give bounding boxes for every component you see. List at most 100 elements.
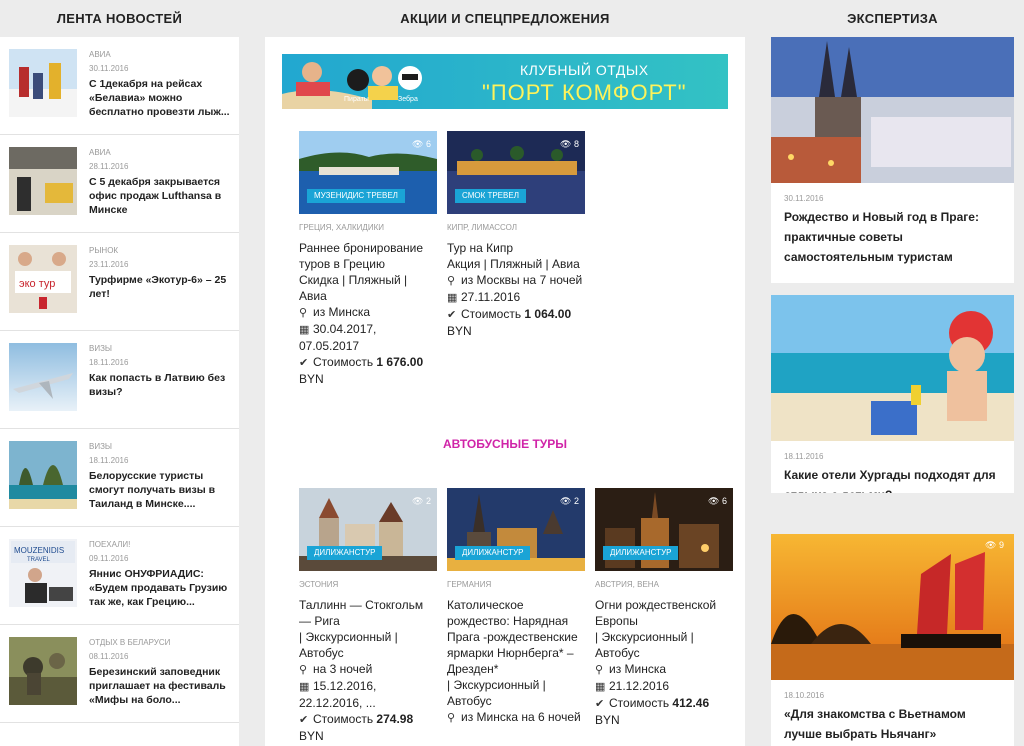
eye-icon: 👁: [412, 496, 424, 506]
check-icon: ✔: [595, 698, 605, 710]
banner-logo-pirates: Пираты: [344, 96, 369, 103]
tour-region: ГЕРМАНИЯ: [447, 580, 492, 589]
news-item[interactable]: эко тур РЫНОК 23.11.2016 Турфирме «Экоту…: [0, 233, 239, 331]
tour-card[interactable]: 👁 6 ДИЛИЖАНСТУР АВСТРИЯ, ВЕНА Огни рожде…: [595, 488, 733, 728]
news-item[interactable]: MOUZENIDIS TRAVEL ПОЕХАЛИ! 09.11.2016 Янн…: [0, 527, 239, 625]
tour-type: | Экскурсионный | Автобус: [595, 630, 694, 660]
news-title[interactable]: Как попасть в Латвию без визы?: [89, 371, 231, 399]
expertise-title[interactable]: Какие отели Хургады подходят для отдыха …: [784, 465, 1001, 493]
news-thumbnail[interactable]: [9, 147, 77, 215]
tour-operator-tag[interactable]: ДИЛИЖАНСТУР: [603, 546, 679, 560]
expertise-views-count: 9: [998, 540, 1004, 550]
calendar-icon: ▦: [299, 324, 310, 336]
map-marker-icon: ⚲: [299, 664, 308, 676]
tour-type: | Экскурсионный | Автобус: [299, 630, 398, 660]
news-date: 18.11.2016: [89, 456, 129, 465]
news-date: 08.11.2016: [89, 652, 129, 661]
news-thumbnail[interactable]: MOUZENIDIS TRAVEL: [9, 539, 77, 607]
news-thumbnail[interactable]: [9, 441, 77, 509]
news-date: 09.11.2016: [89, 554, 129, 563]
tour-title[interactable]: Католическое рождество: Нарядная Прага -…: [447, 597, 585, 677]
calendar-icon: ▦: [447, 292, 458, 304]
news-title[interactable]: Белорусские туристы смогут получать визы…: [89, 469, 231, 511]
expertise-card[interactable]: 18.11.2016 Какие отели Хургады подходят …: [771, 295, 1014, 493]
expertise-image[interactable]: 👁 9: [771, 534, 1014, 680]
tour-price: ✔ Стоимость 1 064.00 BYN: [447, 307, 572, 338]
promo-banner[interactable]: КЛУБНЫЙ ОТДЫХ "ПОРТ КОМФОРТ" Пираты Зебр…: [282, 54, 728, 109]
news-category: ПОЕХАЛИ!: [89, 540, 131, 549]
tour-image[interactable]: 👁 8 СМОК ТРЕВЕЛ: [447, 131, 585, 214]
news-title[interactable]: Яннис ОНУФРИАДИС: «Будем продавать Грузи…: [89, 567, 231, 609]
news-thumbnail[interactable]: [9, 49, 77, 117]
tour-card[interactable]: 👁 6 МУЗЕНИДИС ТРЕВЕЛ ГРЕЦИЯ, ХАЛКИДИКИ Р…: [299, 131, 437, 387]
bus-tours-heading[interactable]: АВТОБУСНЫЕ ТУРЫ: [265, 437, 745, 451]
expertise-card[interactable]: 30.11.2016 Рождество и Новый год в Праге…: [771, 37, 1014, 283]
tour-image[interactable]: 👁 6 ДИЛИЖАНСТУР: [595, 488, 733, 571]
tour-dates: ▦ 30.04.2017, 07.05.2017: [299, 322, 377, 353]
news-item[interactable]: ВИЗЫ 18.11.2016 Как попасть в Латвию без…: [0, 331, 239, 429]
news-feed-heading: ЛЕНТА НОВОСТЕЙ: [56, 11, 183, 26]
tour-operator-tag[interactable]: СМОК ТРЕВЕЛ: [455, 189, 526, 203]
news-title[interactable]: С 5 декабря закрывается офис продаж Luft…: [89, 175, 231, 217]
news-title[interactable]: Березинский заповедник приглашает на фес…: [89, 665, 231, 707]
tour-title[interactable]: Раннее бронирование туров в Грецию: [299, 240, 437, 272]
tour-views: 👁 2: [560, 496, 579, 507]
map-marker-icon: ⚲: [595, 664, 604, 676]
expertise-title[interactable]: Рождество и Новый год в Праге: практичны…: [784, 207, 1001, 267]
tour-title[interactable]: Таллинн — Стокгольм — Рига: [299, 597, 437, 629]
news-date: 23.11.2016: [89, 260, 129, 269]
news-date: 30.11.2016: [89, 64, 129, 73]
expertise-date: 30.11.2016: [784, 194, 824, 203]
expertise-date: 18.11.2016: [784, 452, 824, 461]
tour-image[interactable]: 👁 6 МУЗЕНИДИС ТРЕВЕЛ: [299, 131, 437, 214]
news-thumbnail[interactable]: эко тур: [9, 245, 77, 313]
news-item[interactable]: ВИЗЫ 18.11.2016 Белорусские туристы смог…: [0, 429, 239, 527]
news-item[interactable]: АВИА 30.11.2016 С 1декабря на рейсах «Бе…: [0, 37, 239, 135]
tour-views: 👁 2: [412, 496, 431, 507]
check-icon: ✔: [447, 309, 457, 321]
news-thumbnail[interactable]: [9, 637, 77, 705]
tour-departure: ⚲ на 3 ночей: [299, 662, 373, 676]
tour-region: АВСТРИЯ, ВЕНА: [595, 580, 659, 589]
tour-image[interactable]: 👁 2 ДИЛИЖАНСТУР: [299, 488, 437, 571]
eye-icon: 👁: [560, 139, 572, 149]
expertise-title[interactable]: «Для знакомства с Вьетнамом лучше выбрат…: [784, 704, 1001, 744]
map-marker-icon: ⚲: [299, 307, 308, 319]
news-thumbnail[interactable]: [9, 343, 77, 411]
tour-region: КИПР, ЛИМАССОЛ: [447, 223, 518, 232]
tour-operator-tag[interactable]: ДИЛИЖАНСТУР: [307, 546, 383, 560]
eye-icon: 👁: [985, 540, 997, 550]
tour-card[interactable]: 👁 2 ДИЛИЖАНСТУР ГЕРМАНИЯ Католическое ро…: [447, 488, 585, 726]
banner-logo-zebra: Зебра: [398, 96, 418, 103]
banner-line-2: "ПОРТ КОМФОРТ": [482, 80, 687, 105]
calendar-icon: ▦: [595, 681, 606, 693]
tour-card[interactable]: 👁 8 СМОК ТРЕВЕЛ КИПР, ЛИМАССОЛ Тур на Ки…: [447, 131, 585, 339]
banner-line-1: КЛУБНЫЙ ОТДЫХ: [520, 62, 649, 78]
map-marker-icon: ⚲: [447, 712, 456, 724]
tour-image[interactable]: 👁 2 ДИЛИЖАНСТУР: [447, 488, 585, 571]
tour-views: 👁 6: [412, 139, 431, 150]
tour-operator-tag[interactable]: ДИЛИЖАНСТУР: [455, 546, 531, 560]
news-category: АВИА: [89, 50, 111, 59]
tour-title[interactable]: Огни рождественской Европы: [595, 597, 733, 629]
expertise-views: 👁 9: [985, 540, 1004, 551]
news-title[interactable]: Турфирме «Экотур-6» – 25 лет!: [89, 273, 231, 301]
calendar-icon: ▦: [299, 681, 310, 693]
tour-departure: ⚲ из Минска: [299, 305, 371, 319]
expertise-heading: ЭКСПЕРТИЗА: [847, 11, 938, 26]
tour-operator-tag[interactable]: МУЗЕНИДИС ТРЕВЕЛ: [307, 189, 405, 203]
tour-views-count: 6: [721, 496, 727, 506]
news-title[interactable]: С 1декабря на рейсах «Белавиа» можно бес…: [89, 77, 231, 119]
expertise-image[interactable]: [771, 37, 1014, 183]
expertise-card[interactable]: 👁 9 18.10.2016 «Для знакомства с Вьетнам…: [771, 534, 1014, 746]
tour-card[interactable]: 👁 2 ДИЛИЖАНСТУР ЭСТОНИЯ Таллинн — Стокго…: [299, 488, 437, 744]
tour-views: 👁 8: [560, 139, 579, 150]
tour-views: 👁 6: [708, 496, 727, 507]
expertise-image[interactable]: [771, 295, 1014, 441]
eye-icon: 👁: [560, 496, 572, 506]
check-icon: ✔: [299, 714, 309, 726]
news-item[interactable]: АВИА 28.11.2016 С 5 декабря закрывается …: [0, 135, 239, 233]
news-item[interactable]: ОТДЫХ В БЕЛАРУСИ 08.11.2016 Березинский …: [0, 625, 239, 723]
map-marker-icon: ⚲: [447, 275, 456, 287]
tour-title[interactable]: Тур на Кипр: [447, 240, 585, 256]
